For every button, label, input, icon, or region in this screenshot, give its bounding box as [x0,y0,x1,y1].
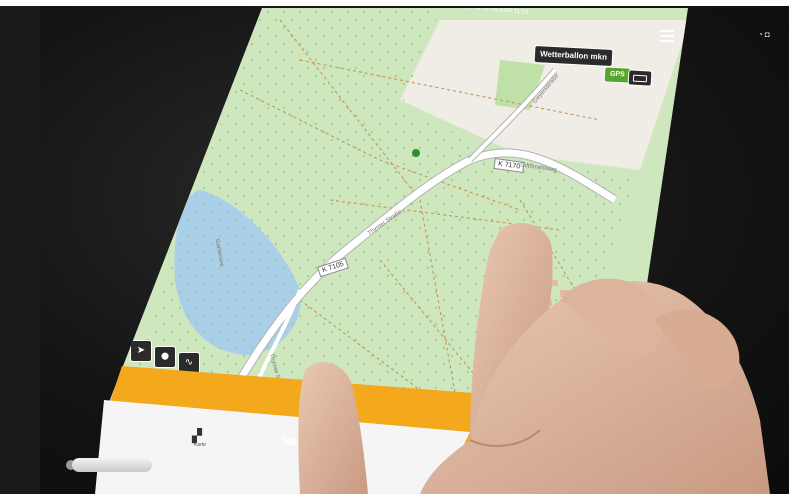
thumb [298,362,368,494]
photo-frame: K 7105 K 7170 Thymer Straße Gifthmehlweg… [0,0,811,494]
image-border-right [789,0,811,494]
image-border-top [0,0,811,6]
hand-illustration [298,222,770,494]
